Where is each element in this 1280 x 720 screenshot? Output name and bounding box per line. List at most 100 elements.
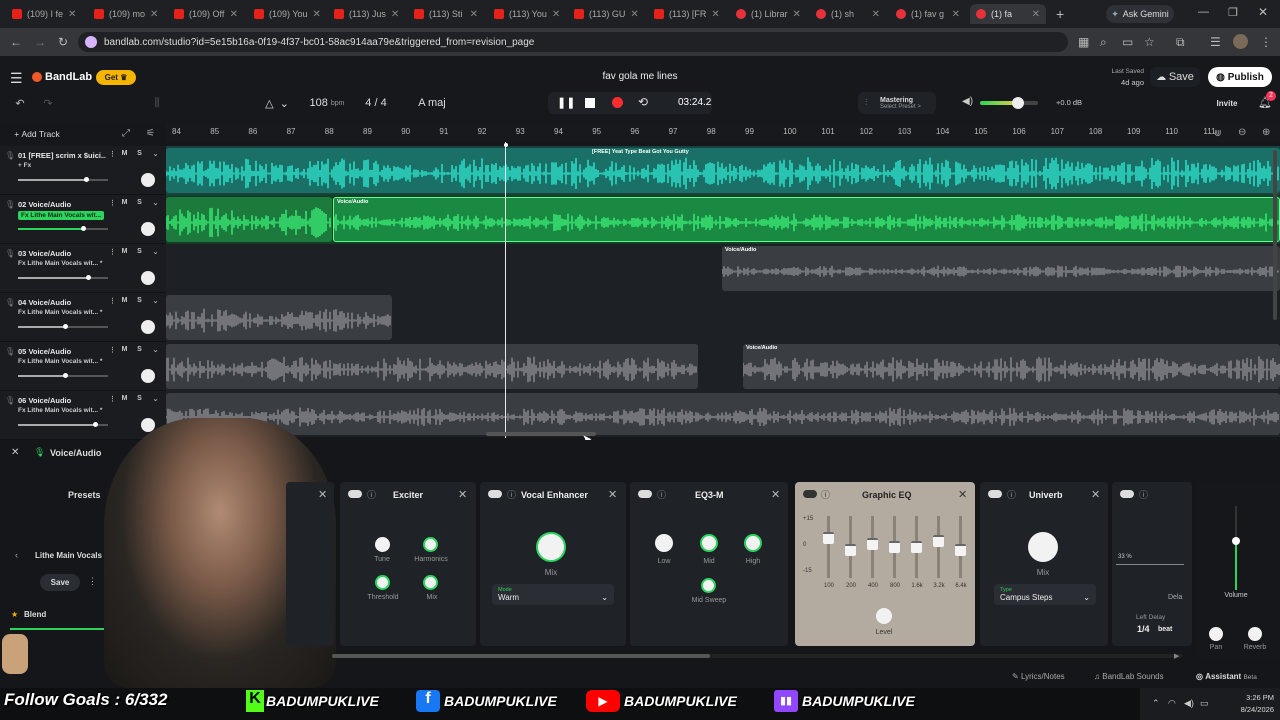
close-icon[interactable]: ✕ xyxy=(958,488,967,501)
track-fx-button[interactable]: Fx Lithe Main Vocals wit... xyxy=(18,211,105,220)
solo-button[interactable]: S xyxy=(134,395,145,405)
track-settings-icon[interactable]: ⚟ xyxy=(146,128,155,139)
extensions-icon[interactable]: ⧉ xyxy=(1176,35,1185,50)
info-icon[interactable]: ⓘ xyxy=(367,488,376,501)
browser-tab[interactable]: (113) [FR ✕ xyxy=(648,4,724,24)
playhead[interactable] xyxy=(505,142,506,438)
preset-more-icon[interactable]: ⋮ xyxy=(88,576,97,587)
solo-button[interactable]: S xyxy=(134,346,145,356)
mid-knob[interactable] xyxy=(700,534,718,552)
tab-close-icon[interactable]: ✕ xyxy=(552,9,560,20)
tab-close-icon[interactable]: ✕ xyxy=(391,9,399,20)
power-toggle[interactable] xyxy=(638,490,652,498)
clip-vocal-a[interactable] xyxy=(166,197,332,242)
volume-fader[interactable] xyxy=(1232,506,1240,590)
mix-knob[interactable] xyxy=(1028,532,1058,562)
mix-knob[interactable] xyxy=(423,575,438,590)
track-fx-button[interactable]: Fx Lithe Main Vocals wit... * xyxy=(18,309,102,316)
track-volume-slider[interactable] xyxy=(18,422,108,427)
stop-icon[interactable] xyxy=(585,98,595,108)
mixer-icon[interactable]: ⫼ xyxy=(146,94,168,112)
track-name[interactable]: 04 Voice/Audio xyxy=(18,298,106,307)
metronome-button[interactable]: △ ⌄ xyxy=(256,93,298,113)
info-icon[interactable]: ⓘ xyxy=(507,488,516,501)
bookmark-star-icon[interactable]: ☆ xyxy=(1144,35,1155,49)
browser-tab[interactable]: (1) sh ✕ xyxy=(810,4,886,24)
zoom-out-icon[interactable]: ⊖ xyxy=(1238,127,1246,138)
automation-icon[interactable]: ⤢ xyxy=(122,128,130,139)
clip-vocal[interactable] xyxy=(166,393,1280,435)
project-title[interactable]: fav gola me lines xyxy=(540,71,740,82)
browser-tab[interactable]: (1) Librar ✕ xyxy=(730,4,806,24)
clock-date[interactable]: 8/24/2026 xyxy=(1226,705,1274,714)
browser-tab[interactable]: (113) Jus ✕ xyxy=(328,4,404,24)
site-info-icon[interactable] xyxy=(85,36,97,48)
solo-button[interactable]: S xyxy=(134,150,145,160)
eq-band-slider[interactable] xyxy=(867,516,878,578)
forward-icon[interactable]: → xyxy=(34,35,46,49)
hamburger-menu-icon[interactable]: ☰ xyxy=(10,70,23,87)
close-panel-icon[interactable]: ✕ xyxy=(11,447,19,458)
mid-sweep-knob[interactable] xyxy=(701,578,716,593)
track-name[interactable]: 01 [FREE] scrim x $uici... xyxy=(18,151,106,160)
track-name[interactable]: 02 Voice/Audio xyxy=(18,200,106,209)
minimize-icon[interactable]: — xyxy=(1198,6,1209,18)
chevron-down-icon[interactable]: ⌄ xyxy=(150,248,161,258)
window-close-icon[interactable]: ✕ xyxy=(1258,5,1268,19)
power-toggle[interactable] xyxy=(348,490,362,498)
browser-tab[interactable]: (1) fav g ✕ xyxy=(890,4,966,24)
tab-close-icon[interactable]: ✕ xyxy=(952,9,960,20)
preset-save-button[interactable]: Save xyxy=(40,574,80,591)
mode-select[interactable]: Mode Warm ⌄ xyxy=(492,584,614,605)
clip-vocal[interactable]: Voice/Audio xyxy=(722,246,1280,291)
browser-tab[interactable]: (113) GU ✕ xyxy=(568,4,644,24)
solo-button[interactable]: S xyxy=(134,199,145,209)
tab-search-icon[interactable]: ☰ xyxy=(1210,35,1221,49)
chevron-down-icon[interactable]: ⌄ xyxy=(150,199,161,209)
power-toggle[interactable] xyxy=(488,490,502,498)
vertical-scrollbar[interactable] xyxy=(1273,150,1277,320)
track-header-03[interactable]: 🎙︎ 03 Voice/Audio Fx Lithe Main Vocals wit… xyxy=(0,244,166,293)
profile-avatar[interactable] xyxy=(1233,34,1248,49)
zoom-in-icon[interactable]: ⊕ xyxy=(1262,127,1270,138)
close-icon[interactable]: ✕ xyxy=(318,488,327,501)
track-volume-slider[interactable] xyxy=(18,177,108,182)
close-icon[interactable]: ✕ xyxy=(771,488,780,501)
low-knob[interactable] xyxy=(655,534,673,552)
tab-close-icon[interactable]: ✕ xyxy=(313,9,321,20)
info-icon[interactable]: ⓘ xyxy=(1139,488,1148,501)
track-pan-knob[interactable] xyxy=(141,173,155,187)
eq-band-slider[interactable] xyxy=(911,516,922,578)
level-knob[interactable] xyxy=(876,608,892,624)
reverb-knob[interactable] xyxy=(1248,627,1262,641)
track-name[interactable]: 03 Voice/Audio xyxy=(18,249,106,258)
info-icon[interactable]: ⓘ xyxy=(1007,488,1016,501)
publish-button[interactable]: ◍ Publish xyxy=(1208,67,1272,87)
tempo-field[interactable]: 108 bpm xyxy=(302,93,352,113)
lane-4[interactable] xyxy=(166,293,1280,342)
tab-close-icon[interactable]: ✕ xyxy=(470,9,478,20)
rack-scrollbar-thumb[interactable] xyxy=(332,654,710,658)
pause-icon[interactable]: ❚❚ xyxy=(557,96,575,109)
browser-tab[interactable]: (109) Off ✕ xyxy=(168,4,244,24)
delay-slider[interactable] xyxy=(1116,564,1184,565)
tune-knob[interactable] xyxy=(375,537,390,552)
solo-button[interactable]: S xyxy=(134,297,145,307)
harmonics-knob[interactable] xyxy=(423,537,438,552)
eq-band-slider[interactable] xyxy=(889,516,900,578)
clip-vocal-b[interactable]: Voice/Audio xyxy=(333,197,1280,242)
time-signature[interactable]: 4 / 4 xyxy=(358,93,394,113)
preset-name[interactable]: Lithe Main Vocals xyxy=(35,551,102,560)
chevron-down-icon[interactable]: ⌄ xyxy=(150,150,161,160)
master-volume-slider[interactable] xyxy=(980,97,1038,109)
browser-tab[interactable]: (1) fa ✕ xyxy=(970,4,1046,24)
snap-icon[interactable]: ⋓ xyxy=(1214,128,1222,139)
track-header-05[interactable]: 🎙︎ 05 Voice/Audio Fx Lithe Main Vocals wit… xyxy=(0,342,166,391)
undo-icon[interactable]: ↶ xyxy=(8,94,32,112)
tab-close-icon[interactable]: ✕ xyxy=(230,9,238,20)
solo-button[interactable]: S xyxy=(134,248,145,258)
lyrics-notes-button[interactable]: ✎ Lyrics/Notes xyxy=(1012,672,1065,681)
track-header-01[interactable]: 🎙︎ 01 [FREE] scrim x $uici... + Fx ⋮ M S ⌄ xyxy=(0,146,166,195)
cast-icon[interactable]: ▭ xyxy=(1122,35,1133,49)
browser-tab[interactable]: (113) Sti ✕ xyxy=(408,4,484,24)
